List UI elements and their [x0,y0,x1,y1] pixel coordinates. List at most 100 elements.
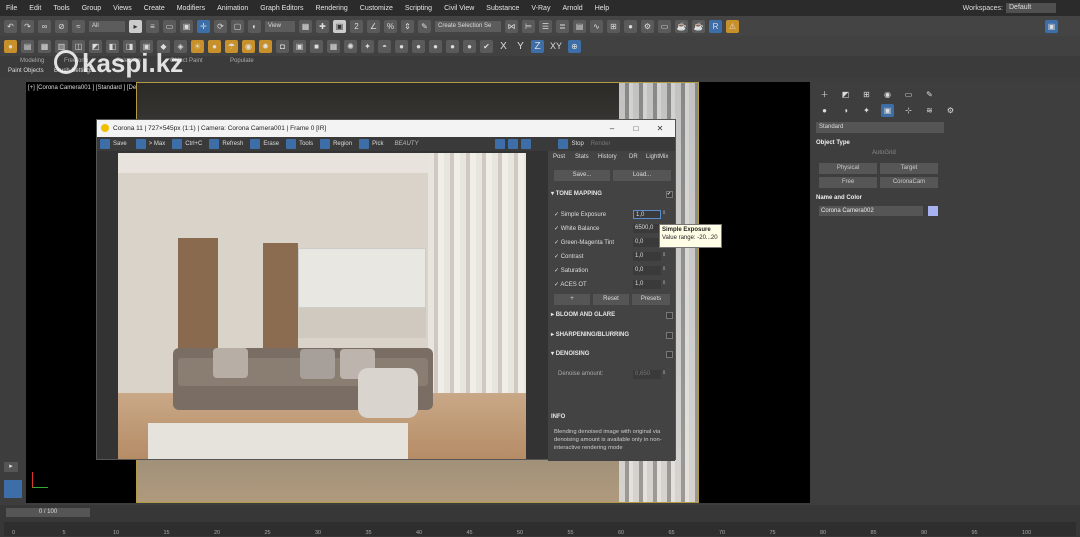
cube-icon[interactable]: ■ [310,39,323,53]
window-crossing-icon[interactable]: ▣ [180,19,193,33]
sphere-4-icon[interactable]: ● [446,39,459,53]
motion-tab-icon[interactable]: ◉ [881,88,894,101]
category-dropdown[interactable]: Standard [816,122,944,133]
geometry-icon[interactable]: ● [818,104,831,117]
menu-tools[interactable]: Tools [47,5,75,12]
menu-arnold[interactable]: Arnold [556,5,588,12]
helpers-icon[interactable]: ⊹ [902,104,915,117]
contrast-label[interactable]: ✓ Contrast [554,253,583,260]
display-tab-icon[interactable]: ▭ [902,88,915,101]
menu-views[interactable]: Views [107,5,138,12]
sphere-2-icon[interactable]: ● [412,39,425,53]
tab-stats[interactable]: Stats [575,154,589,160]
menu-civil-view[interactable]: Civil View [438,5,480,12]
tone-mapping-header[interactable]: ▾ TONE MAPPING [551,189,672,200]
aces-ot-spinner[interactable]: ⇕ [662,280,668,289]
tab-history[interactable]: History [598,154,617,160]
tools-icon[interactable] [286,139,297,149]
unlink-icon[interactable]: ⊘ [55,19,68,33]
simple-exposure-input[interactable]: 1,0 [633,210,661,219]
sphere-3-icon[interactable]: ● [429,39,442,53]
spinner-snap-icon[interactable]: ⇕ [401,19,414,33]
menu-animation[interactable]: Animation [211,5,254,12]
bind-icon[interactable]: ≈ [72,19,85,33]
sphere-5-icon[interactable]: ● [463,39,476,53]
autogrid-checkbox[interactable]: AutoGrid [872,150,896,156]
ribbon-tab-modeling[interactable]: Modeling [20,58,44,64]
light-icon[interactable]: ● [208,39,221,53]
menu-edit[interactable]: Edit [23,5,47,12]
save-preset-button[interactable]: Save... [554,170,610,181]
bloom-glare-header[interactable]: ▸ BLOOM AND GLARE [551,310,672,321]
workspace-icon[interactable]: ▣ [1045,19,1058,33]
redo-icon[interactable]: ↷ [21,19,34,33]
align-icon[interactable]: ⊨ [522,19,535,33]
percent-snap-icon[interactable]: % [384,19,397,33]
render-production-icon[interactable]: ☕ [675,19,688,33]
object-color-swatch[interactable] [928,206,938,216]
sharpen-blur-checkbox[interactable] [666,332,673,339]
vfb-save-button[interactable]: Save [113,141,127,147]
simple-exposure-spinner[interactable]: ⇕ [662,210,668,219]
toggle-scene-explorer-icon[interactable]: ☰ [539,19,552,33]
warning-icon[interactable]: ⚠ [726,19,739,33]
green-magenta-label[interactable]: ✓ Green-Magenta Tint [554,239,614,246]
named-selection-set[interactable]: Create Selection Se [435,20,501,32]
snap-icon[interactable]: 2 [350,19,363,33]
tool-3-icon[interactable]: ▦ [38,39,51,53]
menu-graph-editors[interactable]: Graph Editors [254,5,309,12]
close-icon[interactable]: ✕ [649,120,671,137]
vfb-pick-button[interactable]: Pick [372,141,383,147]
denoise-amount-spinner[interactable]: ⇕ [662,370,668,379]
axis-xyz-icon[interactable]: ⊕ [568,39,581,53]
vfb-copy-button[interactable]: Ctrl+C [185,141,202,147]
rendered-frame-window-icon[interactable]: ▭ [658,19,671,33]
object-type-rollout[interactable]: Object Type [816,138,944,149]
load-preset-button[interactable]: Load... [613,170,671,181]
play-icon[interactable]: ▸ [4,462,18,472]
layer-explorer-icon[interactable]: ≣ [556,19,569,33]
viewcube-icon[interactable] [4,480,22,498]
paint-objects[interactable]: Paint Objects [8,68,44,74]
tab-post[interactable]: Post [553,154,565,160]
object-name-input[interactable]: Corona Camera002 [819,206,923,216]
axis-z[interactable]: Z [531,39,544,53]
denoise-amount-input[interactable]: 0,650 [633,370,661,379]
menu-modifiers[interactable]: Modifiers [171,5,211,12]
add-operator-button[interactable]: + [554,294,590,305]
minimize-icon[interactable]: – [601,120,623,137]
vfb-to-max-button[interactable]: > Max [149,141,166,147]
to-max-icon[interactable] [135,139,146,149]
place-icon[interactable]: ◐ [248,19,261,33]
target-camera-button[interactable]: Target [880,163,938,174]
material-editor-icon[interactable]: ● [624,19,637,33]
scatter-icon[interactable]: ▦ [327,39,340,53]
erase-icon[interactable] [250,139,261,149]
zoom-out-icon[interactable] [508,139,519,149]
decal-icon[interactable]: ✦ [361,39,374,53]
save-icon[interactable] [100,139,110,149]
cameras-icon[interactable]: ▣ [881,104,894,117]
edit-named-sel-icon[interactable]: ✎ [418,19,431,33]
bloom-glare-checkbox[interactable] [666,312,673,319]
menu-substance[interactable]: Substance [480,5,525,12]
tool-1-icon[interactable]: ● [4,39,17,53]
select-by-name-icon[interactable]: ≡ [146,19,159,33]
tone-mapping-checkbox[interactable]: ✔ [666,191,673,198]
white-balance-label[interactable]: ✓ White Balance [554,225,599,232]
vfb-tools-button[interactable]: Tools [299,141,313,147]
track-bar[interactable]: 0 5 10 15 20 25 30 35 40 45 50 55 60 65 70 75 80 85 90 95 10… [4,522,1076,536]
render-channel-select[interactable]: BEAUTY [394,141,492,147]
keyboard-shortcut-icon[interactable]: ▣ [333,19,346,33]
time-slider[interactable]: 0 / 100 [6,508,90,517]
scale-icon[interactable]: ▢ [231,19,244,33]
menu-customize[interactable]: Customize [354,5,399,12]
denoising-header[interactable]: ▾ DENOISING [551,349,672,360]
mirror-icon[interactable]: ⋈ [505,19,518,33]
ribbon-icon[interactable]: ▤ [573,19,586,33]
vfb-render-button[interactable]: Render [591,141,611,147]
menu-help[interactable]: Help [589,5,615,12]
menu-group[interactable]: Group [76,5,107,12]
link-icon[interactable]: ∞ [38,19,51,33]
maximize-icon[interactable]: □ [625,120,647,137]
